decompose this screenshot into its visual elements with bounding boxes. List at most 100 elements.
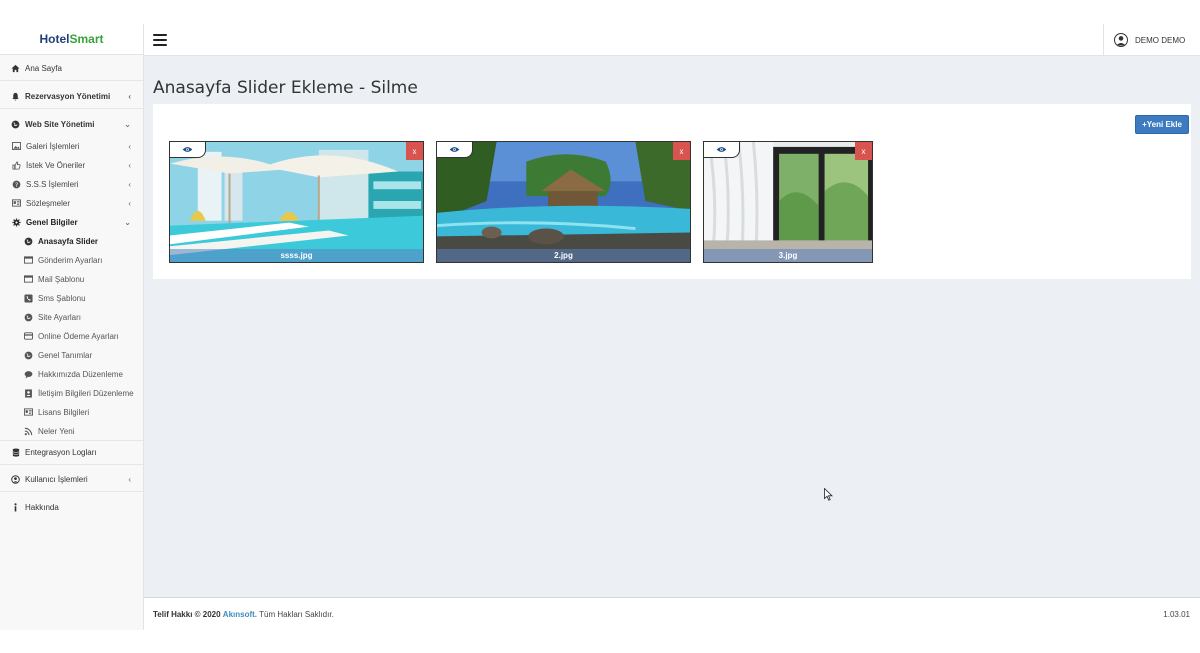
globe-icon xyxy=(24,351,33,360)
sidebar-item-label: Hakkımızda Düzenleme xyxy=(38,369,123,379)
sidebar-item-about-edit[interactable]: Hakkımızda Düzenleme xyxy=(0,367,143,381)
contact-book-icon xyxy=(24,388,33,398)
sidebar-item-requests[interactable]: İstek Ve Öneriler ‹ xyxy=(0,158,143,172)
chevron-left-icon: ‹ xyxy=(128,91,131,101)
chevron-left-icon: ‹ xyxy=(128,179,131,189)
window-icon xyxy=(24,256,33,265)
sidebar-item-faq[interactable]: ? S.S.S İşlemleri ‹ xyxy=(0,177,143,191)
company-link[interactable]: Akınsoft. xyxy=(223,610,257,619)
slider-thumbnail xyxy=(170,142,423,262)
rss-icon xyxy=(24,427,33,436)
window-icon xyxy=(24,275,33,284)
id-card-icon xyxy=(24,408,33,417)
thumbs-up-icon xyxy=(12,160,21,170)
sidebar-item-label: Galeri İşlemleri xyxy=(26,141,80,151)
sidebar: Hotel Smart Ana Sayfa Rezervasyon Yönetim… xyxy=(0,24,144,630)
sidebar-item-site-settings[interactable]: Site Ayarları xyxy=(0,310,143,324)
sidebar-item-label: Entegrasyon Logları xyxy=(25,447,97,457)
sidebar-item-label: Ana Sayfa xyxy=(25,63,62,73)
bell-icon xyxy=(11,92,20,101)
sidebar-item-general-info[interactable]: Genel Bilgiler ⌄ xyxy=(0,215,143,229)
slider-box: +Yeni Ekle x ssss.jpg x 2.jpg x 3.jpg xyxy=(153,104,1191,279)
database-icon xyxy=(11,447,20,457)
add-new-button[interactable]: +Yeni Ekle xyxy=(1135,115,1189,134)
sidebar-item-reservations[interactable]: Rezervasyon Yönetimi ‹ xyxy=(0,88,143,104)
globe-icon xyxy=(24,237,33,246)
sidebar-item-label: Web Site Yönetimi xyxy=(25,119,95,129)
slider-image-card: x 2.jpg xyxy=(436,141,691,263)
view-button[interactable] xyxy=(704,142,740,158)
avatar xyxy=(1114,33,1128,47)
sidebar-item-contact-edit[interactable]: İletişim Bilgileri Düzenleme xyxy=(0,386,143,400)
comment-icon xyxy=(24,370,33,379)
sidebar-item-label: Rezervasyon Yönetimi xyxy=(25,91,111,101)
brand-logo[interactable]: Hotel Smart xyxy=(0,24,143,55)
sidebar-item-label: İstek Ve Öneriler xyxy=(26,160,86,170)
image-filename: 3.jpg xyxy=(704,249,872,262)
footer: Telif Hakkı © 2020 Akınsoft. Tüm Hakları… xyxy=(144,597,1200,630)
view-button[interactable] xyxy=(437,142,473,158)
sidebar-item-label: Lisans Bilgileri xyxy=(38,407,90,417)
user-name: DEMO DEMO xyxy=(1135,35,1186,45)
info-icon xyxy=(11,502,20,512)
globe-icon xyxy=(24,313,33,322)
sidebar-item-label: Genel Tanımlar xyxy=(38,350,93,360)
brand-part2: Smart xyxy=(69,32,104,46)
menu-toggle-icon[interactable] xyxy=(153,34,167,46)
sidebar-item-gallery[interactable]: Galeri İşlemleri ‹ xyxy=(0,139,143,153)
slider-image-card: x 3.jpg xyxy=(703,141,873,263)
user-menu[interactable]: DEMO DEMO xyxy=(1103,24,1200,56)
mouse-cursor-icon xyxy=(824,488,833,501)
sidebar-item-label: Kullanıcı İşlemleri xyxy=(25,474,88,484)
sidebar-item-user-operations[interactable]: Kullanıcı İşlemleri ‹ xyxy=(0,471,143,487)
sidebar-item-label: Hakkında xyxy=(25,502,59,512)
rights-text: Tüm Hakları Saklıdır. xyxy=(257,610,334,619)
sidebar-item-label: İletişim Bilgileri Düzenleme xyxy=(38,388,134,398)
slider-thumbnail xyxy=(704,142,872,262)
sidebar-item-label: Gönderim Ayarları xyxy=(38,255,103,265)
main-content: Anasayfa Slider Ekleme - Silme +Yeni Ekl… xyxy=(144,56,1200,597)
globe-icon xyxy=(11,120,20,129)
image-filename: 2.jpg xyxy=(437,249,690,262)
sidebar-item-general-definitions[interactable]: Genel Tanımlar xyxy=(0,348,143,362)
sidebar-item-integration-logs[interactable]: Entegrasyon Logları xyxy=(0,444,143,460)
page-title: Anasayfa Slider Ekleme - Silme xyxy=(153,78,418,98)
delete-button[interactable]: x xyxy=(673,142,690,160)
sidebar-item-label: Anasayfa Slider xyxy=(38,236,99,246)
sidebar-item-home[interactable]: Ana Sayfa xyxy=(0,60,143,76)
home-icon xyxy=(11,64,20,73)
sidebar-item-label: Sözleşmeler xyxy=(26,198,71,208)
sidebar-item-mail-template[interactable]: Mail Şablonu xyxy=(0,272,143,286)
sidebar-item-about[interactable]: Hakkında xyxy=(0,499,143,515)
sidebar-item-sending-settings[interactable]: Gönderim Ayarları xyxy=(0,253,143,267)
phone-square-icon xyxy=(24,293,33,303)
sidebar-item-website[interactable]: Web Site Yönetimi ⌄ xyxy=(0,116,143,132)
brand-part1: Hotel xyxy=(39,32,70,46)
sidebar-item-payment-settings[interactable]: Online Ödeme Ayarları xyxy=(0,329,143,343)
version-label: 1.03.01 xyxy=(1163,610,1190,619)
svg-text:?: ? xyxy=(15,181,18,188)
sidebar-item-whats-new[interactable]: Neler Yeni xyxy=(0,424,143,438)
credit-card-icon xyxy=(24,332,33,341)
eye-icon xyxy=(182,147,193,152)
eye-icon xyxy=(716,147,727,152)
question-icon: ? xyxy=(12,180,21,189)
delete-button[interactable]: x xyxy=(406,142,423,160)
sidebar-item-contracts[interactable]: Sözleşmeler ‹ xyxy=(0,196,143,210)
id-card-icon xyxy=(12,199,21,208)
top-bar: DEMO DEMO xyxy=(144,24,1200,56)
user-circle-icon xyxy=(11,474,20,484)
slider-image-card: x ssss.jpg xyxy=(169,141,424,263)
sidebar-item-sms-template[interactable]: Sms Şablonu xyxy=(0,291,143,305)
app-window: Hotel Smart Ana Sayfa Rezervasyon Yönetim… xyxy=(0,24,1200,630)
slider-thumbnail xyxy=(437,142,690,262)
sidebar-item-home-slider[interactable]: Anasayfa Slider xyxy=(0,234,143,248)
copyright-label: Telif Hakkı © 2020 xyxy=(153,610,221,619)
view-button[interactable] xyxy=(170,142,206,158)
copyright-text: Telif Hakkı © 2020 Akınsoft. Tüm Hakları… xyxy=(153,610,334,619)
chevron-left-icon: ‹ xyxy=(128,160,131,170)
sidebar-item-license[interactable]: Lisans Bilgileri xyxy=(0,405,143,419)
delete-button[interactable]: x xyxy=(855,142,872,160)
gear-icon xyxy=(12,217,21,227)
chevron-down-icon: ⌄ xyxy=(124,119,131,129)
